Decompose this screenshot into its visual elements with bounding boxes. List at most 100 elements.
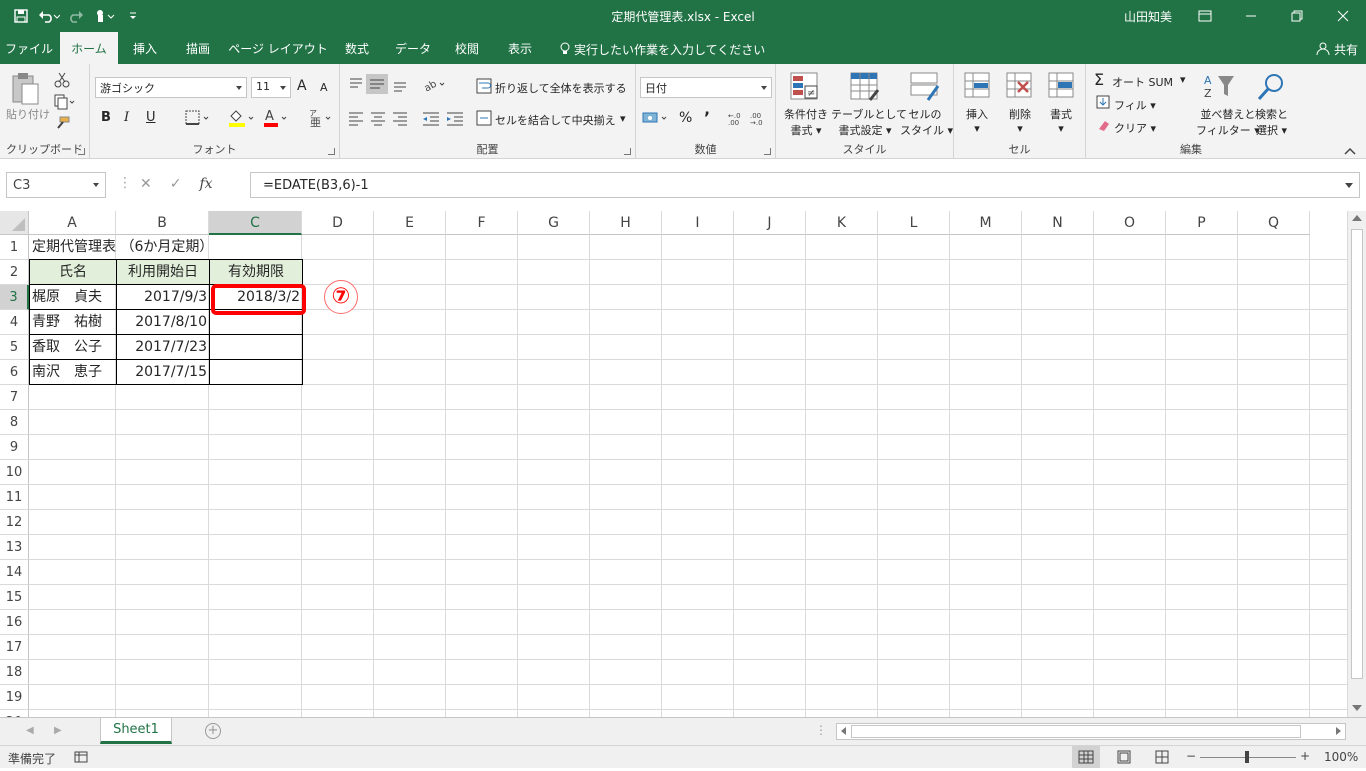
row-header-4[interactable]: 4	[0, 310, 29, 335]
insert-cells-icon[interactable]	[964, 72, 992, 105]
phonetic-guide-icon[interactable]: ア亜	[308, 108, 336, 131]
macro-record-icon[interactable]	[74, 750, 88, 767]
copy-icon[interactable]	[54, 94, 76, 113]
align-right-icon[interactable]	[392, 110, 408, 129]
autosum-button[interactable]: オート SUM	[1112, 74, 1173, 90]
page-break-view-icon[interactable]	[1154, 750, 1170, 767]
merge-center-icon[interactable]	[476, 110, 492, 129]
row-header-1[interactable]: 1	[0, 235, 29, 260]
clipboard-launcher[interactable]	[78, 148, 85, 155]
vertical-scroll-thumb[interactable]	[1351, 229, 1363, 679]
column-header-q[interactable]: Q	[1238, 211, 1310, 235]
grow-font-button[interactable]: A	[297, 78, 307, 94]
number-launcher[interactable]	[764, 148, 771, 155]
underline-button[interactable]: U	[146, 110, 156, 125]
column-header-o[interactable]: O	[1094, 211, 1166, 235]
orientation-icon[interactable]: ab	[422, 76, 450, 95]
zoom-level[interactable]: 100%	[1324, 750, 1358, 764]
comma-style-button[interactable]: ’	[704, 108, 710, 127]
tab-insert[interactable]: 挿入	[120, 32, 170, 64]
sort-filter-icon[interactable]: AZ	[1202, 72, 1236, 105]
column-header-d[interactable]: D	[302, 211, 374, 235]
row-header-18[interactable]: 18	[0, 660, 29, 685]
row-header-10[interactable]: 10	[0, 460, 29, 485]
cancel-icon[interactable]: ✕	[140, 176, 152, 192]
conditional-formatting-icon[interactable]: ≠	[790, 72, 820, 105]
column-header-n[interactable]: N	[1022, 211, 1094, 235]
row-header-16[interactable]: 16	[0, 610, 29, 635]
insert-cells-label[interactable]: 挿入 ▾	[966, 106, 988, 135]
autosum-dropdown-icon[interactable]: ▾	[1180, 73, 1186, 86]
font-size-select[interactable]: 11	[251, 77, 291, 98]
borders-icon[interactable]	[185, 110, 211, 129]
decrease-indent-icon[interactable]	[422, 110, 440, 129]
column-header-j[interactable]: J	[734, 211, 806, 235]
font-launcher[interactable]	[328, 148, 335, 155]
share-button[interactable]: 共有	[1316, 41, 1358, 58]
horizontal-scrollbar[interactable]	[836, 723, 1346, 740]
delete-cells-icon[interactable]	[1006, 72, 1034, 105]
name-box[interactable]: C3	[6, 172, 106, 198]
increase-indent-icon[interactable]	[446, 110, 464, 129]
collapse-ribbon-icon[interactable]	[1344, 144, 1356, 158]
decrease-decimal-icon[interactable]: .00 →.0	[750, 110, 770, 129]
row-header-5[interactable]: 5	[0, 335, 29, 360]
align-center-icon[interactable]	[370, 110, 386, 129]
tab-home[interactable]: ホーム	[60, 32, 118, 64]
sheet-tab-sheet1[interactable]: Sheet1	[100, 718, 172, 744]
row-header-19[interactable]: 19	[0, 685, 29, 710]
font-color-icon[interactable]: A	[262, 108, 294, 131]
find-select-label[interactable]: 検索と 選択 ▾	[1255, 106, 1288, 138]
vertical-scrollbar[interactable]	[1347, 211, 1366, 717]
row-header-8[interactable]: 8	[0, 410, 29, 435]
ribbon-display-options-icon[interactable]	[1182, 0, 1228, 32]
column-header-m[interactable]: M	[950, 211, 1022, 235]
paste-icon[interactable]	[10, 72, 40, 109]
scroll-left-icon[interactable]	[841, 727, 846, 735]
cell-styles-label[interactable]: セルの スタイル ▾	[900, 106, 953, 138]
sort-filter-label[interactable]: 並べ替えと フィルター ▾	[1196, 106, 1260, 138]
row-header-14[interactable]: 14	[0, 560, 29, 585]
find-select-icon[interactable]	[1256, 72, 1286, 105]
zoom-slider-thumb[interactable]	[1245, 751, 1249, 763]
eraser-icon[interactable]	[1096, 118, 1110, 135]
row-header-15[interactable]: 15	[0, 585, 29, 610]
column-header-p[interactable]: P	[1166, 211, 1238, 235]
tab-page-layout[interactable]: ページ レイアウト	[226, 32, 330, 64]
column-header-g[interactable]: G	[518, 211, 590, 235]
format-as-table-icon[interactable]	[850, 72, 880, 105]
column-header-h[interactable]: H	[590, 211, 662, 235]
paste-label[interactable]: 貼り付け	[6, 106, 50, 122]
merge-dropdown-icon[interactable]: ▾	[620, 112, 626, 125]
accounting-format-icon[interactable]	[642, 110, 672, 129]
insert-function-icon[interactable]: fx	[199, 176, 212, 192]
user-name[interactable]: 山田知美	[1124, 8, 1172, 25]
row-header-2[interactable]: 2	[0, 260, 29, 285]
column-header-a[interactable]: A	[29, 211, 116, 235]
row-header-12[interactable]: 12	[0, 510, 29, 535]
cell-a1-title[interactable]: 定期代管理表 （6か月定期）	[32, 235, 213, 260]
tab-file[interactable]: ファイル	[0, 32, 58, 64]
conditional-formatting-label[interactable]: 条件付き 書式 ▾	[782, 106, 830, 138]
restore-icon[interactable]	[1274, 0, 1320, 32]
fill-button[interactable]: フィル ▾	[1114, 97, 1156, 113]
next-sheet-icon[interactable]: ▶	[54, 725, 62, 736]
tell-me-box[interactable]: 実行したい作業を入力してください	[560, 41, 765, 58]
font-name-select[interactable]: 游ゴシック	[95, 77, 247, 98]
column-header-f[interactable]: F	[446, 211, 518, 235]
increase-decimal-icon[interactable]: ←.0.00	[728, 110, 748, 129]
align-middle-icon[interactable]	[366, 74, 388, 94]
percent-style-button[interactable]: %	[679, 110, 692, 126]
wrap-text-button[interactable]: 折り返して全体を表示する	[495, 80, 627, 96]
enter-icon[interactable]: ✓	[170, 176, 182, 192]
row-header-9[interactable]: 9	[0, 435, 29, 460]
tab-data[interactable]: データ	[386, 32, 440, 64]
align-top-icon[interactable]	[348, 76, 364, 95]
cell-styles-icon[interactable]	[910, 72, 940, 105]
tab-review[interactable]: 校閲	[442, 32, 492, 64]
row-header-13[interactable]: 13	[0, 535, 29, 560]
format-cells-icon[interactable]	[1048, 72, 1076, 105]
normal-view-icon[interactable]	[1072, 746, 1100, 768]
tabs-split-handle[interactable]: ⋮	[815, 723, 827, 737]
row-header-6[interactable]: 6	[0, 360, 29, 385]
